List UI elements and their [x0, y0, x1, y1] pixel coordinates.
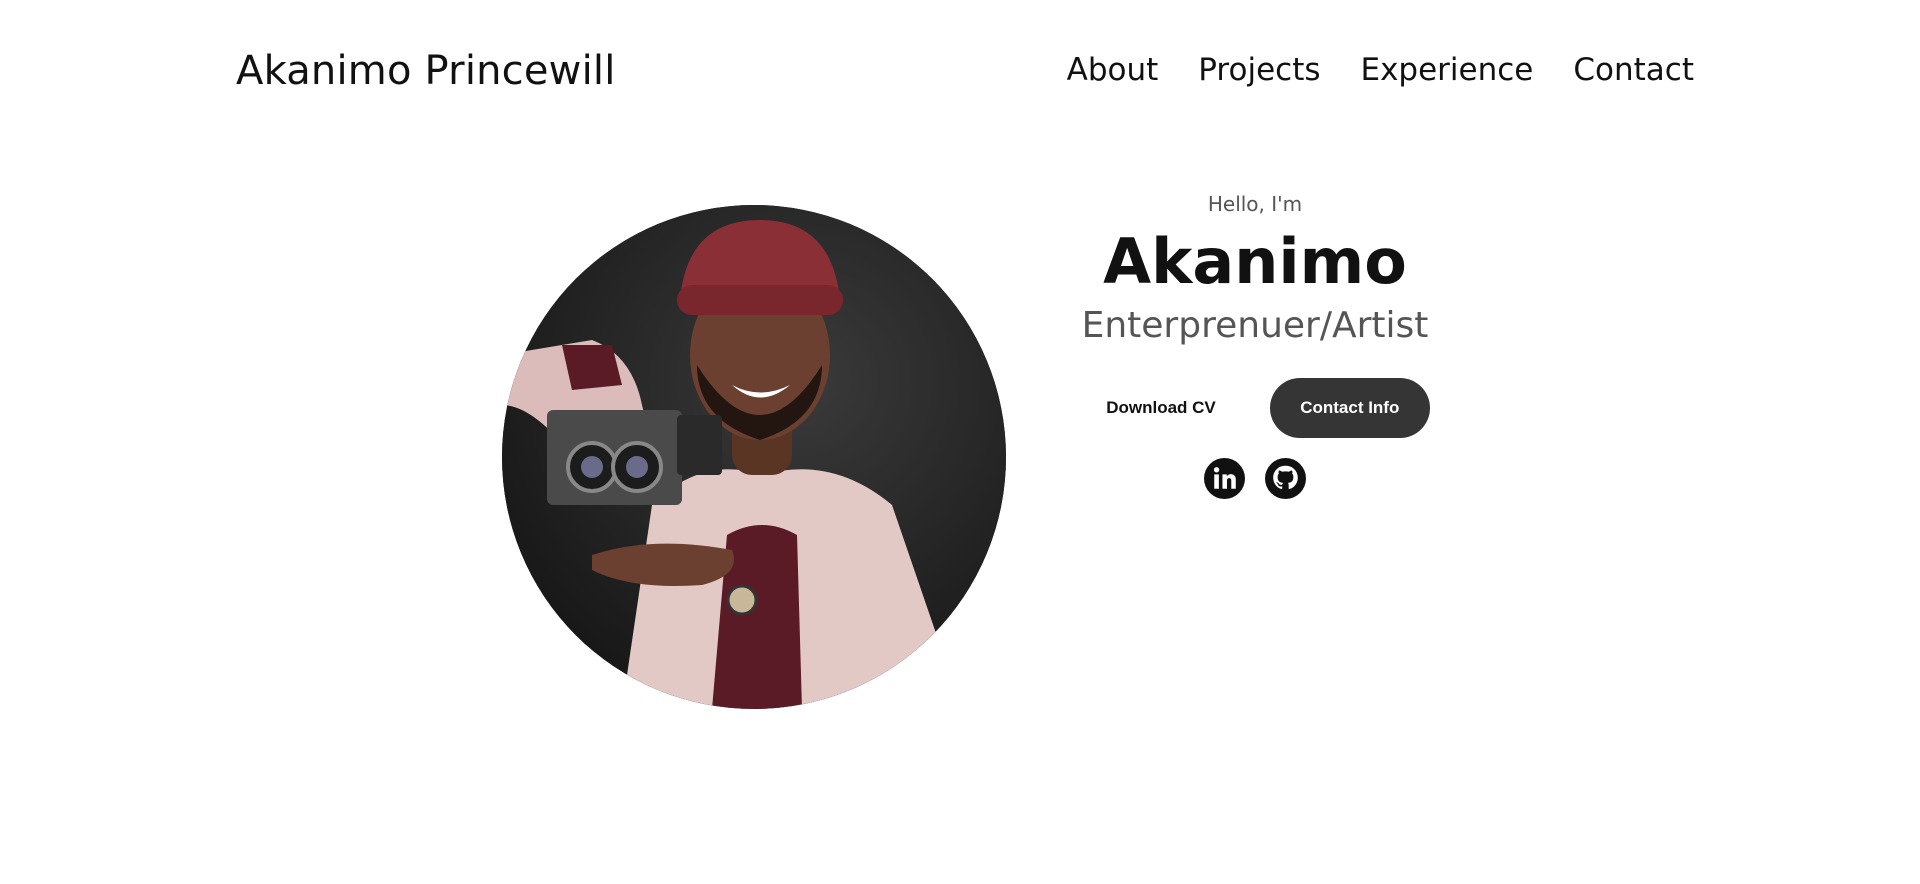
site-header: Akanimo Princewill About Projects Experi…	[0, 0, 1920, 150]
nav-link-contact[interactable]: Contact	[1573, 52, 1694, 88]
nav-link-about[interactable]: About	[1067, 52, 1159, 88]
github-icon[interactable]	[1265, 458, 1306, 499]
site-logo[interactable]: Akanimo Princewill	[236, 48, 616, 94]
contact-info-button[interactable]: Contact Info	[1269, 378, 1430, 438]
nav-link-experience[interactable]: Experience	[1361, 52, 1534, 88]
main-nav: About Projects Experience Contact	[1067, 52, 1694, 88]
profile-photo-illustration	[502, 205, 1006, 709]
greeting-text: Hello, I'm	[1207, 192, 1303, 216]
hero-section: Hello, I'm Akanimo Enterprenuer/Artist D…	[1065, 186, 1445, 499]
profile-picture	[502, 205, 1006, 709]
hero-name: Akanimo	[1103, 225, 1407, 298]
hero-buttons: Download CV Contact Info	[1065, 378, 1445, 438]
social-links	[1065, 458, 1445, 499]
download-cv-button[interactable]: Download CV	[1080, 378, 1242, 438]
linkedin-icon[interactable]	[1204, 458, 1245, 499]
hero-role: Enterprenuer/Artist	[1081, 305, 1429, 346]
nav-link-projects[interactable]: Projects	[1198, 52, 1320, 88]
